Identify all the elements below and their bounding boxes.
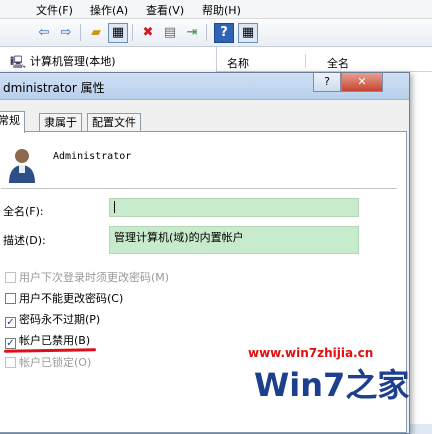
toolbar-separator xyxy=(80,24,81,41)
checkbox-label: 用户不能更改密码(C) xyxy=(19,292,124,305)
checkbox-must-change-password[interactable]: 用户下次登录时须更改密码(M) xyxy=(5,271,169,285)
checkbox-label: 用户下次登录时须更改密码(M) xyxy=(19,271,170,284)
up-folder-icon[interactable]: ▰ xyxy=(86,23,106,43)
checkbox-label: 帐户已禁用(B) xyxy=(19,334,91,347)
tab-general[interactable]: 常规 xyxy=(0,111,25,133)
list-header: 名称 全名 xyxy=(217,51,432,72)
menu-action[interactable]: 操作(A) xyxy=(90,2,128,18)
column-name[interactable]: 名称 xyxy=(227,55,249,71)
checkbox-account-locked[interactable]: 帐户已锁定(O) xyxy=(5,356,91,370)
watermark-logo-text: Win7之家 xyxy=(254,366,409,404)
toolbar-separator xyxy=(206,24,207,41)
column-fullname[interactable]: 全名 xyxy=(327,55,349,71)
delete-icon[interactable]: ✖ xyxy=(138,23,158,43)
description-value: 管理计算机(域)的内置帐户 xyxy=(114,231,244,244)
help-icon[interactable]: ? xyxy=(214,23,234,43)
toolbar: ⇦ ⇨ ▰ ▦ ✖ ▤ ⇥ ? ▦ xyxy=(0,19,432,47)
menu-view[interactable]: 查看(V) xyxy=(146,2,184,18)
close-button[interactable]: ✕ xyxy=(341,73,383,92)
account-name: Administrator xyxy=(53,151,132,162)
help-button[interactable]: ? xyxy=(313,73,341,92)
tab-member-of[interactable]: 隶属于 xyxy=(39,113,82,132)
checkbox-password-never-expires[interactable]: ✓ 密码永不过期(P) xyxy=(5,313,101,328)
text-cursor xyxy=(114,201,115,213)
checkbox-cannot-change-password[interactable]: 用户不能更改密码(C) xyxy=(5,292,123,306)
console-view-icon[interactable]: ▦ xyxy=(238,23,258,43)
menu-file[interactable]: 文件(F) xyxy=(36,2,73,18)
checkbox-account-disabled[interactable]: ✓ 帐户已禁用(B) xyxy=(5,334,91,349)
checkbox-label: 密码永不过期(P) xyxy=(19,313,101,326)
description-label: 描述(D): xyxy=(3,234,46,247)
column-divider xyxy=(305,54,306,68)
back-arrow-icon[interactable]: ⇦ xyxy=(34,23,54,43)
checkmark-icon[interactable]: ✓ xyxy=(5,317,16,328)
export-list-icon[interactable]: ⇥ xyxy=(182,23,202,43)
watermark-logo: Win7之家 xyxy=(254,366,409,404)
checkbox-box[interactable] xyxy=(5,357,16,368)
checkmark-icon[interactable]: ✓ xyxy=(5,338,16,349)
tab-profile[interactable]: 配置文件 xyxy=(87,113,141,132)
checkbox-box[interactable] xyxy=(5,293,16,304)
menu-bar: 文件(F) 操作(A) 查看(V) 帮助(H) xyxy=(0,0,432,19)
fullname-label: 全名(F): xyxy=(3,205,44,218)
fullname-field[interactable] xyxy=(109,198,359,217)
properties-icon[interactable]: ▤ xyxy=(160,23,180,43)
dialog-titlebar[interactable]: dministrator 属性 ? ✕ xyxy=(0,73,409,100)
user-icon xyxy=(9,149,35,183)
checkbox-box[interactable] xyxy=(5,272,16,283)
description-field[interactable]: 管理计算机(域)的内置帐户 xyxy=(109,226,359,254)
divider xyxy=(1,188,397,189)
show-hide-tree-icon[interactable]: ▦ xyxy=(108,23,128,43)
dialog-title: dministrator 属性 xyxy=(3,81,105,95)
menu-help[interactable]: 帮助(H) xyxy=(202,2,241,18)
tree-root-label[interactable]: 计算机管理(本地) xyxy=(30,53,116,69)
checkbox-label: 帐户已锁定(O) xyxy=(19,356,92,369)
watermark-url: www.win7zhijia.cn xyxy=(248,346,374,360)
forward-arrow-icon[interactable]: ⇨ xyxy=(56,23,76,43)
computer-icon: 🖳 xyxy=(10,55,27,69)
toolbar-separator xyxy=(132,24,133,41)
